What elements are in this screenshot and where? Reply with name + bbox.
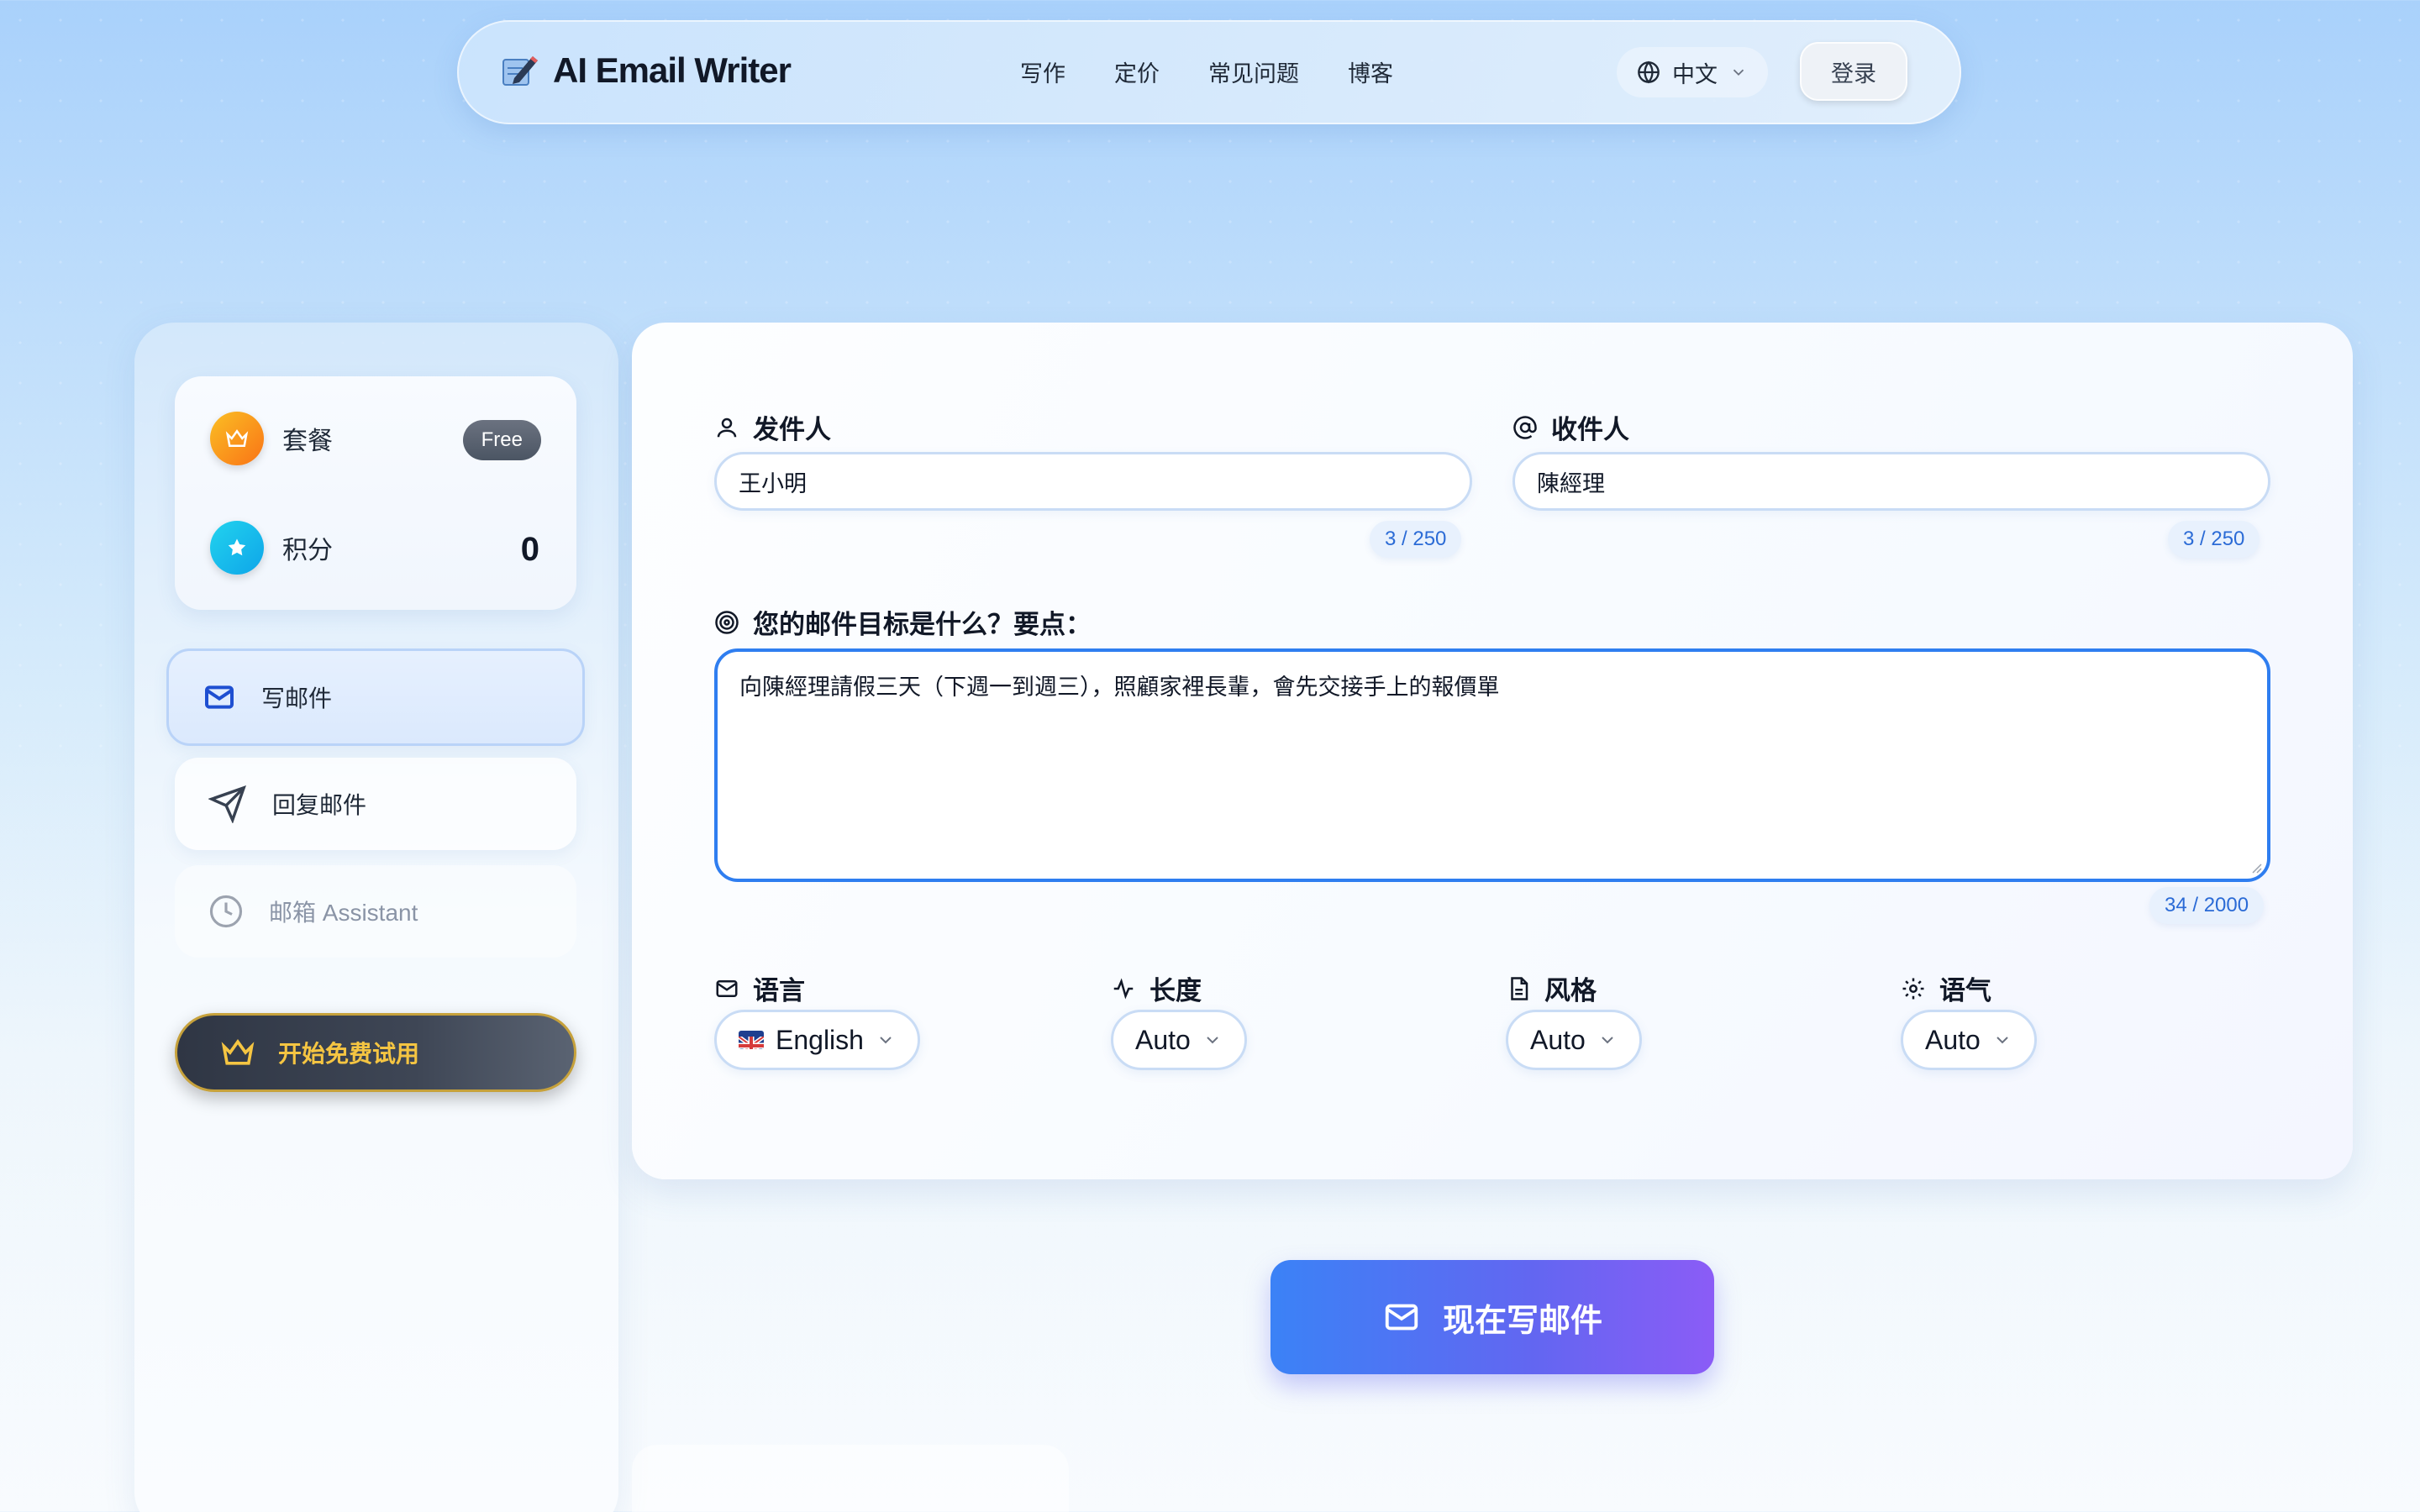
length-label: 长度	[1150, 976, 1202, 1005]
style-select[interactable]: Auto	[1506, 1010, 1642, 1070]
tone-select[interactable]: Auto	[1901, 1010, 2037, 1070]
gear-icon	[1902, 978, 1924, 999]
brand[interactable]: AI Email Writer	[501, 50, 792, 91]
chevron-down-icon	[880, 1037, 892, 1044]
mail-icon	[716, 979, 738, 997]
length-option-label: 长度	[1111, 969, 1202, 1007]
sidebar-item-reply-email[interactable]: 回复邮件	[175, 758, 576, 850]
points-value: 0	[520, 531, 539, 568]
login-button[interactable]: 登录	[1800, 42, 1907, 101]
language-label: 中文	[1672, 61, 1718, 87]
plan-card: 套餐 Free 积分 0	[175, 376, 576, 610]
language-label: 语言	[753, 976, 805, 1005]
pencil-note-icon	[502, 56, 538, 86]
star-icon	[210, 521, 264, 575]
plan-label: 套餐	[282, 428, 333, 455]
nav-link-pricing[interactable]: 定价	[1114, 55, 1160, 88]
chevron-down-icon	[1996, 1037, 2008, 1044]
mail-icon	[1385, 1304, 1418, 1331]
brand-name: AI Email Writer	[553, 50, 792, 90]
sidebar-item-label: 写邮件	[261, 685, 333, 711]
points-label: 积分	[282, 537, 333, 564]
goal-text: 向陳經理請假三天（下週一到週三），照顧家裡長輩，會先交接手上的報價單	[739, 675, 1500, 700]
target-icon	[715, 610, 739, 634]
top-navbar: AI Email Writer 写作 定价 常见问题 博客 中文 登录	[457, 20, 1961, 124]
nav-link-blog[interactable]: 博客	[1348, 55, 1393, 88]
recipient-char-count: 3 / 250	[2168, 521, 2260, 558]
email-form-card: 发件人 王小明 3 / 250 收件人 陳經理 3 / 250 您的邮件目标是什…	[632, 323, 2353, 1179]
recipient-label: 收件人	[1551, 415, 1629, 444]
crown-icon	[210, 412, 264, 465]
globe-icon	[1638, 60, 1660, 84]
sidebar-item-label: 邮箱 Assistant	[269, 900, 418, 926]
sidebar-item-write-email[interactable]: 写邮件	[166, 648, 585, 746]
recipient-label-row: 收件人	[1512, 408, 1629, 446]
chevron-down-icon	[1602, 1037, 1613, 1044]
trial-button-label: 开始免费试用	[278, 1041, 420, 1067]
crown-icon	[221, 1039, 255, 1065]
sender-label: 发件人	[753, 415, 831, 444]
goal-label-row: 您的邮件目标是什么？要点：	[714, 603, 1092, 641]
goal-label: 您的邮件目标是什么？要点：	[753, 610, 1092, 639]
goal-textarea[interactable]: 向陳經理請假三天（下週一到週三），照顧家裡長輩，會先交接手上的報價單	[714, 648, 2270, 882]
start-free-trial-button[interactable]: 开始免费试用	[175, 1013, 576, 1092]
language-value: English	[776, 1024, 864, 1055]
tone-option-label: 语气	[1901, 969, 1991, 1007]
write-email-now-button[interactable]: 现在写邮件	[1270, 1260, 1714, 1374]
recipient-input[interactable]: 陳經理	[1512, 452, 2270, 511]
sender-input[interactable]: 王小明	[714, 452, 1472, 511]
style-option-label: 风格	[1506, 969, 1597, 1007]
send-icon	[208, 785, 246, 823]
user-icon	[717, 417, 737, 437]
style-label: 风格	[1544, 976, 1597, 1005]
points-row: 积分	[210, 521, 333, 575]
nav-link-faq[interactable]: 常见问题	[1208, 55, 1299, 88]
uk-flag-icon	[739, 1031, 764, 1049]
goal-char-count: 34 / 2000	[2149, 887, 2265, 924]
chevron-down-icon	[1207, 1037, 1218, 1044]
clock-icon	[209, 895, 243, 928]
language-selector[interactable]: 中文	[1617, 47, 1768, 97]
sidebar: 套餐 Free 积分 0 写邮件 回复邮件 邮箱 Assistant 开始免费试…	[134, 323, 618, 1512]
mail-icon	[205, 685, 234, 709]
chevron-down-icon	[1733, 69, 1744, 76]
document-icon	[1511, 976, 1528, 1000]
language-option-label: 语言	[714, 969, 805, 1007]
sender-char-count: 3 / 250	[1370, 521, 1462, 558]
style-value: Auto	[1530, 1024, 1586, 1055]
partial-card	[632, 1445, 1069, 1512]
nav-links: 写作 定价 常见问题 博客	[1020, 55, 1393, 88]
sender-label-row: 发件人	[714, 408, 831, 446]
activity-icon	[1113, 978, 1134, 999]
plan-row: 套餐	[210, 412, 333, 465]
sidebar-item-label: 回复邮件	[272, 792, 367, 818]
plan-badge: Free	[462, 420, 541, 460]
nav-link-write[interactable]: 写作	[1020, 55, 1065, 88]
resize-handle-icon[interactable]	[2250, 862, 2262, 874]
tone-label: 语气	[1939, 976, 1991, 1005]
tone-value: Auto	[1925, 1024, 1981, 1055]
length-value: Auto	[1135, 1024, 1191, 1055]
language-select[interactable]: English	[714, 1010, 920, 1070]
length-select[interactable]: Auto	[1111, 1010, 1247, 1070]
at-sign-icon	[1513, 415, 1537, 439]
write-button-label: 现在写邮件	[1442, 1303, 1602, 1339]
sidebar-item-mailbox-assistant[interactable]: 邮箱 Assistant	[175, 865, 576, 958]
